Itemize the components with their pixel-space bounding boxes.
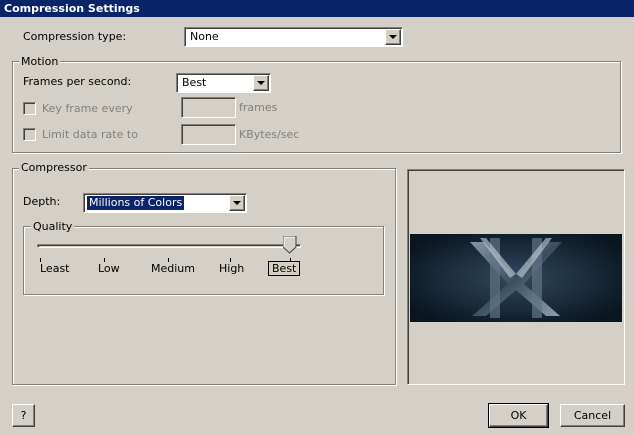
cancel-button[interactable]: Cancel — [560, 404, 625, 427]
slider-thumb-icon[interactable] — [283, 236, 297, 254]
quality-level-least[interactable]: Least — [40, 262, 70, 275]
depth-value: Millions of Colors — [85, 195, 186, 211]
compression-type-label: Compression type: — [23, 30, 127, 43]
quality-group — [23, 226, 384, 295]
chevron-down-icon[interactable] — [253, 75, 269, 91]
preview-pane — [407, 169, 625, 385]
quality-group-label: Quality — [31, 220, 75, 233]
movie-preview-image — [410, 234, 622, 322]
keyframe-input[interactable] — [181, 97, 236, 118]
keyframe-unit: frames — [239, 101, 278, 114]
chevron-down-icon[interactable] — [385, 29, 401, 45]
fps-select[interactable]: Best — [176, 73, 271, 93]
quality-level-high[interactable]: High — [219, 262, 244, 275]
quality-level-low[interactable]: Low — [98, 262, 120, 275]
compression-type-select[interactable]: None — [184, 27, 403, 47]
window-title: Compression Settings — [0, 0, 634, 17]
limit-data-rate-checkbox[interactable] — [23, 128, 36, 141]
help-button[interactable]: ? — [12, 404, 35, 427]
ok-button[interactable]: OK — [488, 403, 549, 428]
compressor-group-label: Compressor — [19, 161, 89, 174]
limit-data-rate-label: Limit data rate to — [42, 128, 138, 141]
keyframe-label: Key frame every — [42, 102, 133, 115]
fps-value: Best — [182, 76, 207, 89]
depth-select[interactable]: Millions of Colors — [83, 193, 247, 213]
quality-level-medium[interactable]: Medium — [151, 262, 195, 275]
quality-slider-track[interactable] — [37, 244, 301, 248]
fps-label: Frames per second: — [23, 75, 132, 88]
depth-label: Depth: — [23, 195, 61, 208]
motion-group-label: Motion — [19, 55, 61, 68]
quality-level-best[interactable]: Best — [268, 261, 301, 276]
limit-data-rate-input[interactable] — [181, 124, 236, 145]
keyframe-checkbox[interactable] — [23, 102, 36, 115]
chevron-down-icon[interactable] — [229, 195, 245, 211]
limit-data-rate-unit: KBytes/sec — [239, 128, 300, 141]
compression-type-value: None — [190, 30, 219, 43]
